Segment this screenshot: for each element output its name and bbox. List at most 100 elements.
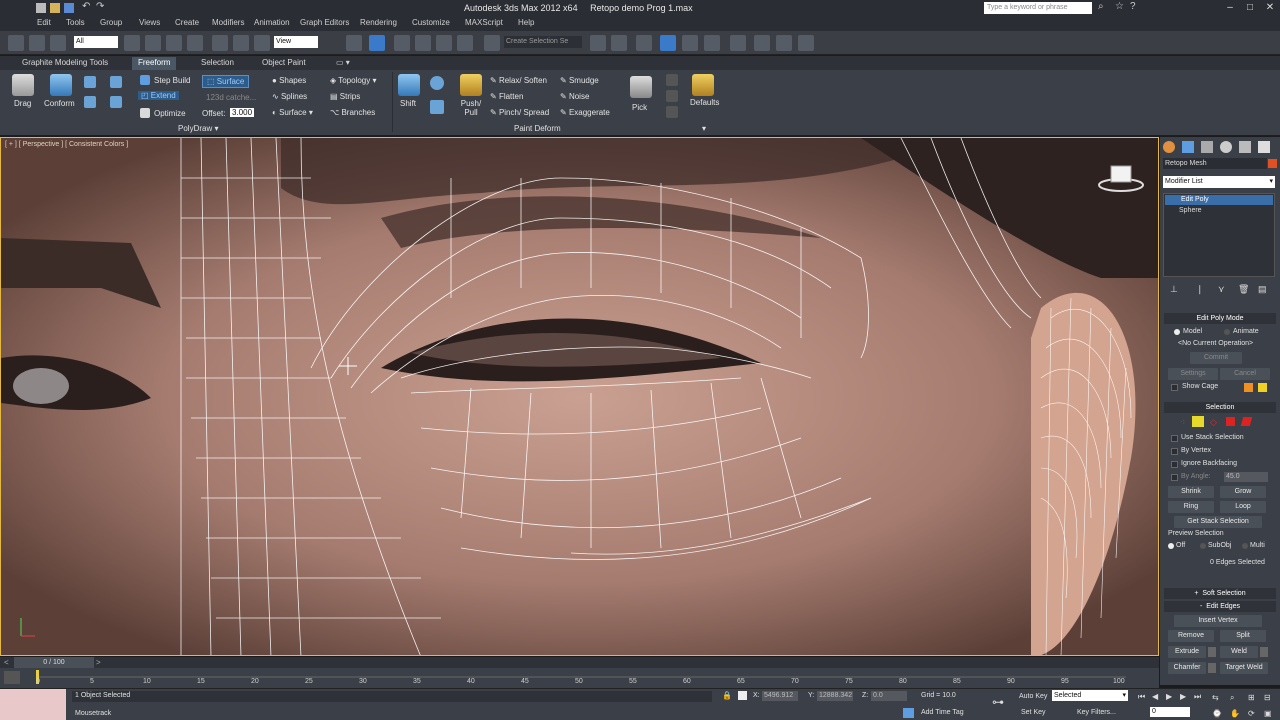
soft-selection-header[interactable]: + Soft Selection	[1164, 588, 1276, 599]
pinch-spread-button[interactable]: ✎ Pinch/ Spread	[490, 108, 549, 117]
orbit-icon[interactable]: ⟳	[1248, 709, 1255, 718]
help-icon[interactable]: ?	[1130, 1, 1136, 12]
by-angle-spinner[interactable]: 45.0	[1224, 472, 1268, 482]
modifier-list-dropdown[interactable]: Modifier List ▾	[1163, 176, 1275, 188]
splines-button[interactable]: ∿ Splines	[272, 92, 307, 101]
model-radio[interactable]	[1174, 329, 1180, 335]
rotate-icon[interactable]	[233, 35, 249, 51]
tab-object-paint[interactable]: Object Paint	[256, 57, 312, 70]
cancel-button[interactable]: Cancel	[1220, 368, 1270, 380]
maximize-button[interactable]: □	[1240, 1, 1260, 15]
graphite-toggle-icon[interactable]	[660, 35, 676, 51]
hierarchy-tab-icon[interactable]	[1201, 141, 1213, 153]
remove-modifier-icon[interactable]: 🗑	[1238, 284, 1249, 295]
configure-sets-icon[interactable]: ▤	[1258, 284, 1267, 295]
menu-animation[interactable]: Animation	[254, 18, 290, 27]
noise-button[interactable]: ✎ Noise	[560, 92, 589, 101]
unlink-icon[interactable]	[29, 35, 45, 51]
rendered-frame-icon[interactable]	[776, 35, 792, 51]
ribbon-options-icon[interactable]: ▭ ▾	[330, 57, 356, 70]
goto-end-icon[interactable]: ⏭	[1194, 692, 1201, 702]
pick-icon[interactable]	[630, 76, 652, 98]
star-icon[interactable]: ☆	[1115, 1, 1124, 12]
pin-stack-icon[interactable]: ⊥	[1170, 284, 1178, 295]
align-icon[interactable]	[611, 35, 627, 51]
conform-button[interactable]: Conform	[44, 99, 75, 108]
strips-button[interactable]: ▤ Strips	[330, 92, 360, 101]
next-frame-icon[interactable]: ▶	[1180, 692, 1186, 701]
mirror-icon[interactable]	[590, 35, 606, 51]
percent-snap-icon[interactable]	[436, 35, 452, 51]
shift-rotate-icon[interactable]	[430, 76, 444, 90]
target-weld-button[interactable]: Target Weld	[1220, 662, 1268, 674]
undo-paint-icon[interactable]	[666, 106, 678, 118]
chamfer-settings-icon[interactable]	[1208, 663, 1216, 673]
modify-tab-icon[interactable]	[1182, 141, 1194, 153]
open-file-icon[interactable]	[50, 3, 60, 13]
tab-graphite-modeling-tools[interactable]: Graphite Modeling Tools	[16, 57, 114, 70]
create-tab-icon[interactable]	[1163, 141, 1175, 153]
get-stack-selection-button[interactable]: Get Stack Selection	[1174, 516, 1262, 528]
auto-key-button[interactable]: Auto Key	[1019, 693, 1047, 700]
x-coordinate-field[interactable]: 5496.912	[762, 691, 798, 701]
viewport-label[interactable]: [ + ] [ Perspective ] [ Consistent Color…	[5, 141, 128, 148]
menu-maxscript[interactable]: MAXScript	[465, 18, 503, 27]
by-vertex-checkbox[interactable]	[1171, 448, 1178, 455]
revert-area-icon[interactable]	[666, 74, 678, 86]
shapes-button[interactable]: ● Shapes	[272, 76, 306, 85]
conform-icon[interactable]	[50, 74, 72, 96]
shift-scale-icon[interactable]	[430, 100, 444, 114]
defaults-icon[interactable]	[692, 74, 714, 96]
current-frame-field[interactable]: 0	[1150, 707, 1190, 717]
settings-button[interactable]: Settings	[1168, 368, 1218, 380]
schematic-view-icon[interactable]	[704, 35, 720, 51]
menu-rendering[interactable]: Rendering	[360, 18, 397, 27]
element-mode-icon[interactable]	[1240, 417, 1253, 426]
perspective-viewport[interactable]: [ + ] [ Perspective ] [ Consistent Color…	[0, 137, 1159, 656]
weld-button[interactable]: Weld	[1220, 646, 1258, 658]
object-color-swatch[interactable]	[1268, 159, 1277, 168]
animate-radio[interactable]	[1224, 329, 1230, 335]
edit-poly-mode-header[interactable]: Edit Poly Mode	[1164, 313, 1276, 324]
ring-button[interactable]: Ring	[1168, 501, 1214, 513]
rect-selection-icon[interactable]	[166, 35, 182, 51]
viewcube-icon[interactable]	[1109, 166, 1133, 188]
optimize-button[interactable]: Optimize	[154, 109, 186, 118]
cage-selected-color-swatch[interactable]	[1258, 383, 1267, 392]
cage-color-swatch[interactable]	[1244, 383, 1253, 392]
link-icon[interactable]	[8, 35, 24, 51]
flatten-button[interactable]: ✎ Flatten	[490, 92, 523, 101]
material-editor-icon[interactable]	[730, 35, 746, 51]
topology-button[interactable]: ◈ Topology ▾	[330, 76, 377, 85]
ignore-backfacing-checkbox[interactable]	[1171, 461, 1178, 468]
show-cage-checkbox[interactable]	[1171, 384, 1178, 391]
conform-relax-icon[interactable]	[110, 96, 122, 108]
stack-item-edit-poly[interactable]: Edit Poly	[1165, 195, 1273, 205]
ribbon-expand-icon[interactable]: ▾	[702, 124, 706, 133]
zoom-icon[interactable]: ⌕	[1230, 693, 1234, 703]
display-tab-icon[interactable]	[1239, 141, 1251, 153]
window-crossing-icon[interactable]	[187, 35, 203, 51]
time-prev-icon[interactable]: <	[4, 658, 9, 667]
split-button[interactable]: Split	[1220, 630, 1266, 642]
defaults-button[interactable]: Defaults	[690, 98, 719, 107]
revert-all-icon[interactable]	[666, 90, 678, 102]
add-time-tag-button[interactable]: Add Time Tag	[921, 709, 964, 716]
edit-named-selection-icon[interactable]	[484, 35, 500, 51]
render-setup-icon[interactable]	[754, 35, 770, 51]
menu-group[interactable]: Group	[100, 18, 122, 27]
named-selection-dropdown[interactable]: Create Selection Se	[504, 36, 582, 48]
preview-multi-radio[interactable]	[1242, 543, 1248, 549]
remove-button[interactable]: Remove	[1168, 630, 1214, 642]
polydraw-panel-title[interactable]: PolyDraw ▾	[178, 124, 218, 133]
menu-create[interactable]: Create	[175, 18, 199, 27]
binoculars-icon[interactable]: ⌕	[1098, 1, 1104, 12]
surface-mode-button[interactable]: ◐ Surface ▾	[272, 108, 313, 117]
conform-push-icon[interactable]	[110, 76, 122, 88]
commit-button[interactable]: Commit	[1190, 352, 1242, 364]
zoom-extents-icon[interactable]: ⊞	[1248, 693, 1255, 702]
stack-item-sphere[interactable]: Sphere	[1165, 206, 1273, 216]
border-mode-icon[interactable]: ◇	[1210, 417, 1217, 428]
use-stack-selection-checkbox[interactable]	[1171, 435, 1178, 442]
goto-start-icon[interactable]: ⏮	[1138, 692, 1145, 702]
